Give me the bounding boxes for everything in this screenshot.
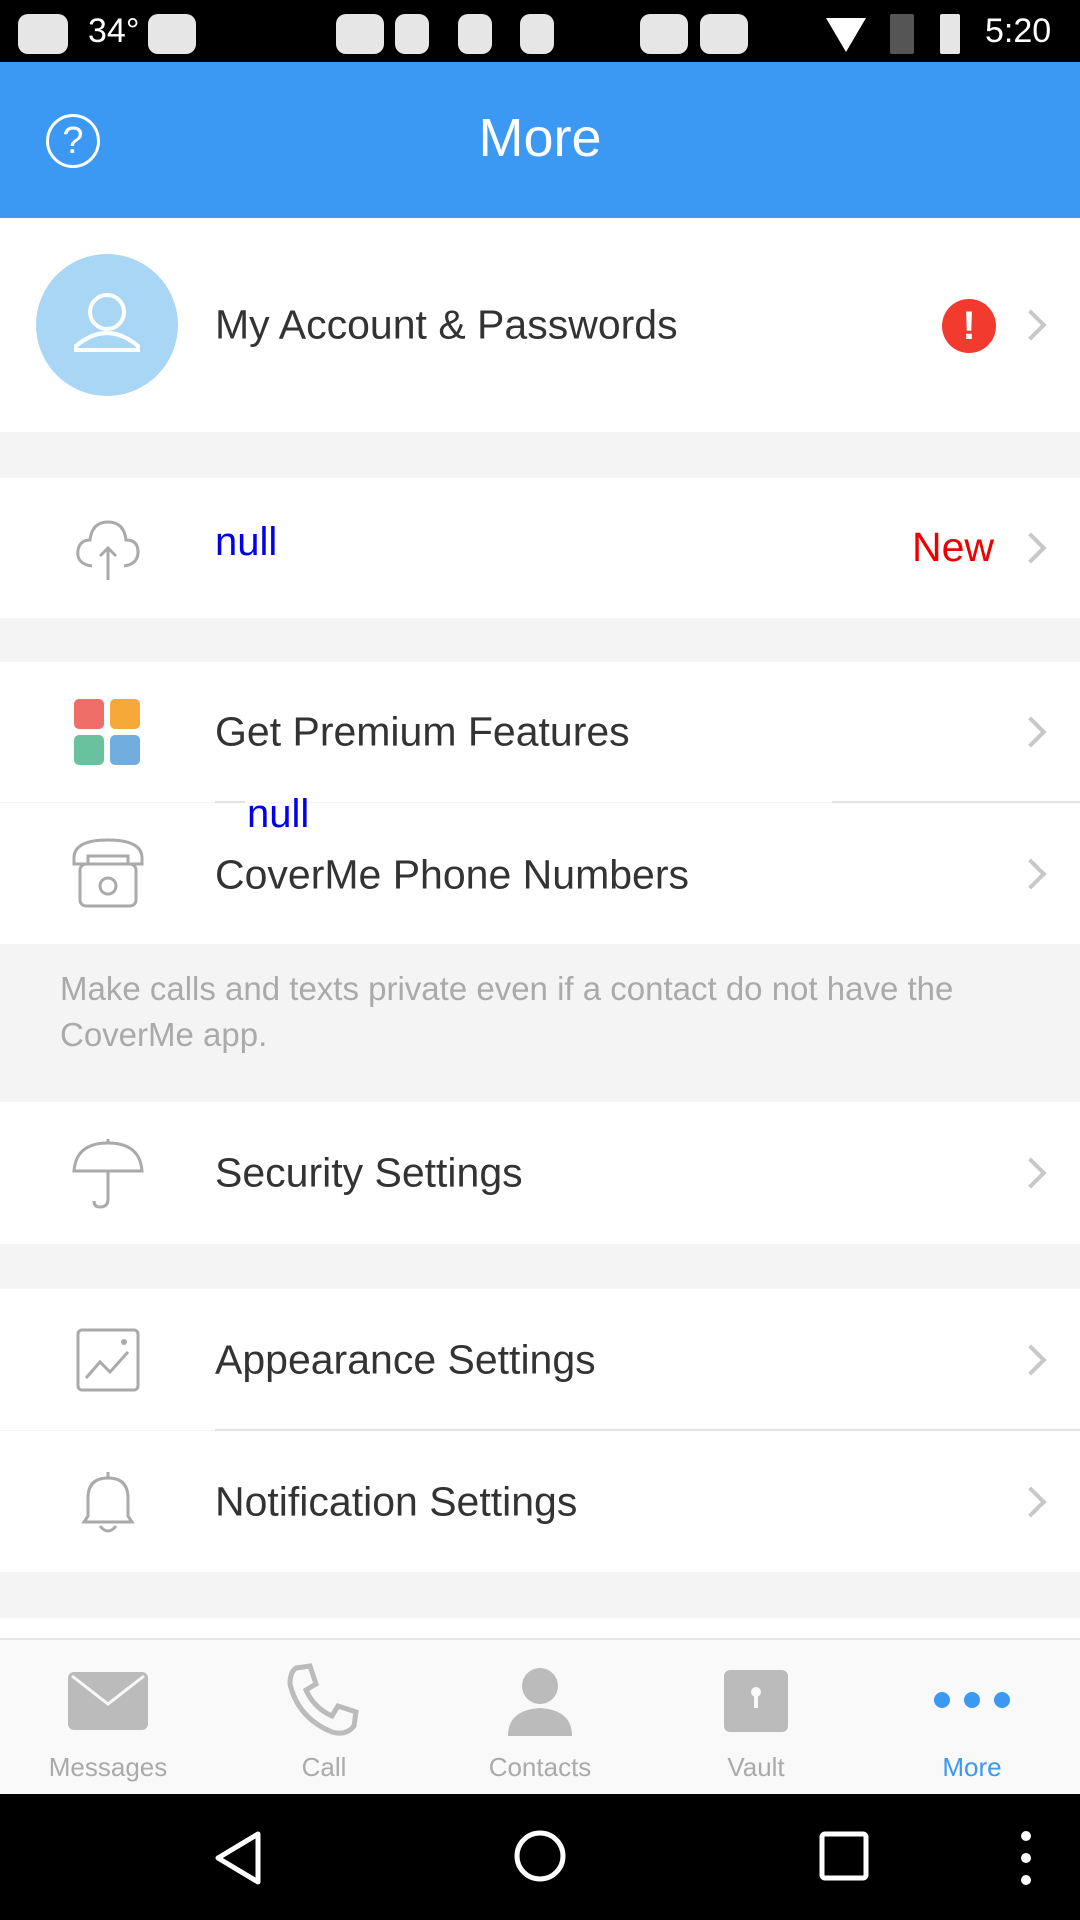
phone-numbers-row[interactable]: CoverMe Phone Numbers bbox=[0, 803, 1080, 944]
account-label: My Account & Passwords bbox=[215, 301, 678, 348]
chevron-right-icon bbox=[1015, 1343, 1047, 1376]
tab-call[interactable]: Call bbox=[216, 1640, 432, 1796]
phone-numbers-label: CoverMe Phone Numbers bbox=[215, 851, 689, 897]
chevron-right-icon bbox=[1015, 1485, 1047, 1518]
tab-messages[interactable]: Messages bbox=[0, 1640, 216, 1796]
envelope-icon bbox=[68, 1672, 148, 1730]
tab-more[interactable]: More bbox=[864, 1640, 1080, 1796]
telephone-icon bbox=[72, 837, 144, 907]
appearance-settings-row[interactable]: Appearance Settings bbox=[0, 1289, 1080, 1430]
tab-contacts[interactable]: Contacts bbox=[432, 1640, 648, 1796]
tab-label: Vault bbox=[727, 1752, 785, 1782]
wifi-icon bbox=[826, 18, 866, 52]
bell-icon bbox=[81, 1471, 135, 1532]
overflow-menu-icon[interactable] bbox=[1016, 1830, 1036, 1886]
account-row[interactable]: My Account & Passwords ! bbox=[0, 218, 1080, 432]
facebook-icon bbox=[395, 14, 429, 54]
chevron-right-icon bbox=[1015, 857, 1047, 890]
chevron-right-icon bbox=[1015, 716, 1047, 748]
facebook-icon bbox=[458, 14, 492, 54]
temperature: 34° bbox=[88, 12, 140, 50]
dots-icon bbox=[934, 1692, 1010, 1708]
avatar bbox=[36, 254, 178, 396]
person-icon bbox=[508, 1668, 572, 1736]
no-sim-icon bbox=[890, 14, 914, 54]
status-bar: 34° 5:20 bbox=[0, 0, 1080, 62]
tab-vault[interactable]: Vault bbox=[648, 1640, 864, 1796]
new-badge: New bbox=[912, 524, 995, 570]
app-notification-icon bbox=[640, 14, 688, 54]
app-notification-icon bbox=[700, 14, 748, 54]
bottom-tab-bar: Messages Call Contacts Vault More bbox=[0, 1638, 1080, 1794]
back-icon[interactable] bbox=[210, 1830, 266, 1886]
tab-label: Call bbox=[301, 1752, 347, 1782]
notification-more-icon bbox=[18, 14, 68, 54]
vault-icon bbox=[724, 1670, 788, 1732]
premium-label: Get Premium Features bbox=[215, 708, 630, 755]
chevron-right-icon bbox=[1015, 309, 1047, 341]
page-title: More bbox=[478, 108, 602, 168]
appearance-settings-label: Appearance Settings bbox=[215, 1336, 596, 1382]
phone-numbers-description: Make calls and texts private even if a c… bbox=[60, 970, 954, 1053]
app-notification-icon bbox=[148, 14, 196, 54]
tab-label: Messages bbox=[48, 1752, 168, 1782]
backup-row[interactable]: null New bbox=[0, 478, 1080, 618]
notification-settings-label: Notification Settings bbox=[215, 1478, 578, 1524]
premium-grid-icon bbox=[74, 699, 140, 765]
cloud-upload-icon bbox=[76, 520, 140, 580]
image-icon bbox=[76, 1328, 140, 1391]
tab-label: More bbox=[942, 1752, 1002, 1782]
security-settings-label: Security Settings bbox=[215, 1149, 523, 1196]
person-icon bbox=[74, 293, 140, 352]
umbrella-icon bbox=[72, 1139, 144, 1209]
premium-overlay-label: null bbox=[247, 792, 310, 836]
security-settings-row[interactable]: Security Settings bbox=[0, 1102, 1080, 1244]
app-notification-icon bbox=[336, 14, 384, 54]
tab-label: Contacts bbox=[488, 1752, 592, 1782]
backup-label: null bbox=[215, 520, 278, 564]
clock: 5:20 bbox=[985, 12, 1052, 50]
premium-row[interactable]: Get Premium Features bbox=[0, 662, 1080, 802]
chevron-right-icon bbox=[1015, 1157, 1047, 1189]
recents-icon[interactable] bbox=[818, 1830, 870, 1882]
home-icon[interactable] bbox=[512, 1828, 568, 1884]
header: ? More bbox=[0, 62, 1080, 218]
system-nav-bar bbox=[0, 1794, 1080, 1920]
battery-icon bbox=[940, 14, 960, 54]
facebook-icon bbox=[520, 14, 554, 54]
phone-icon bbox=[287, 1663, 359, 1736]
exclamation-badge-icon: ! bbox=[942, 299, 996, 353]
chevron-right-icon bbox=[1015, 532, 1047, 564]
notification-settings-row[interactable]: Notification Settings bbox=[0, 1431, 1080, 1572]
list-bottom bbox=[0, 1618, 1080, 1638]
